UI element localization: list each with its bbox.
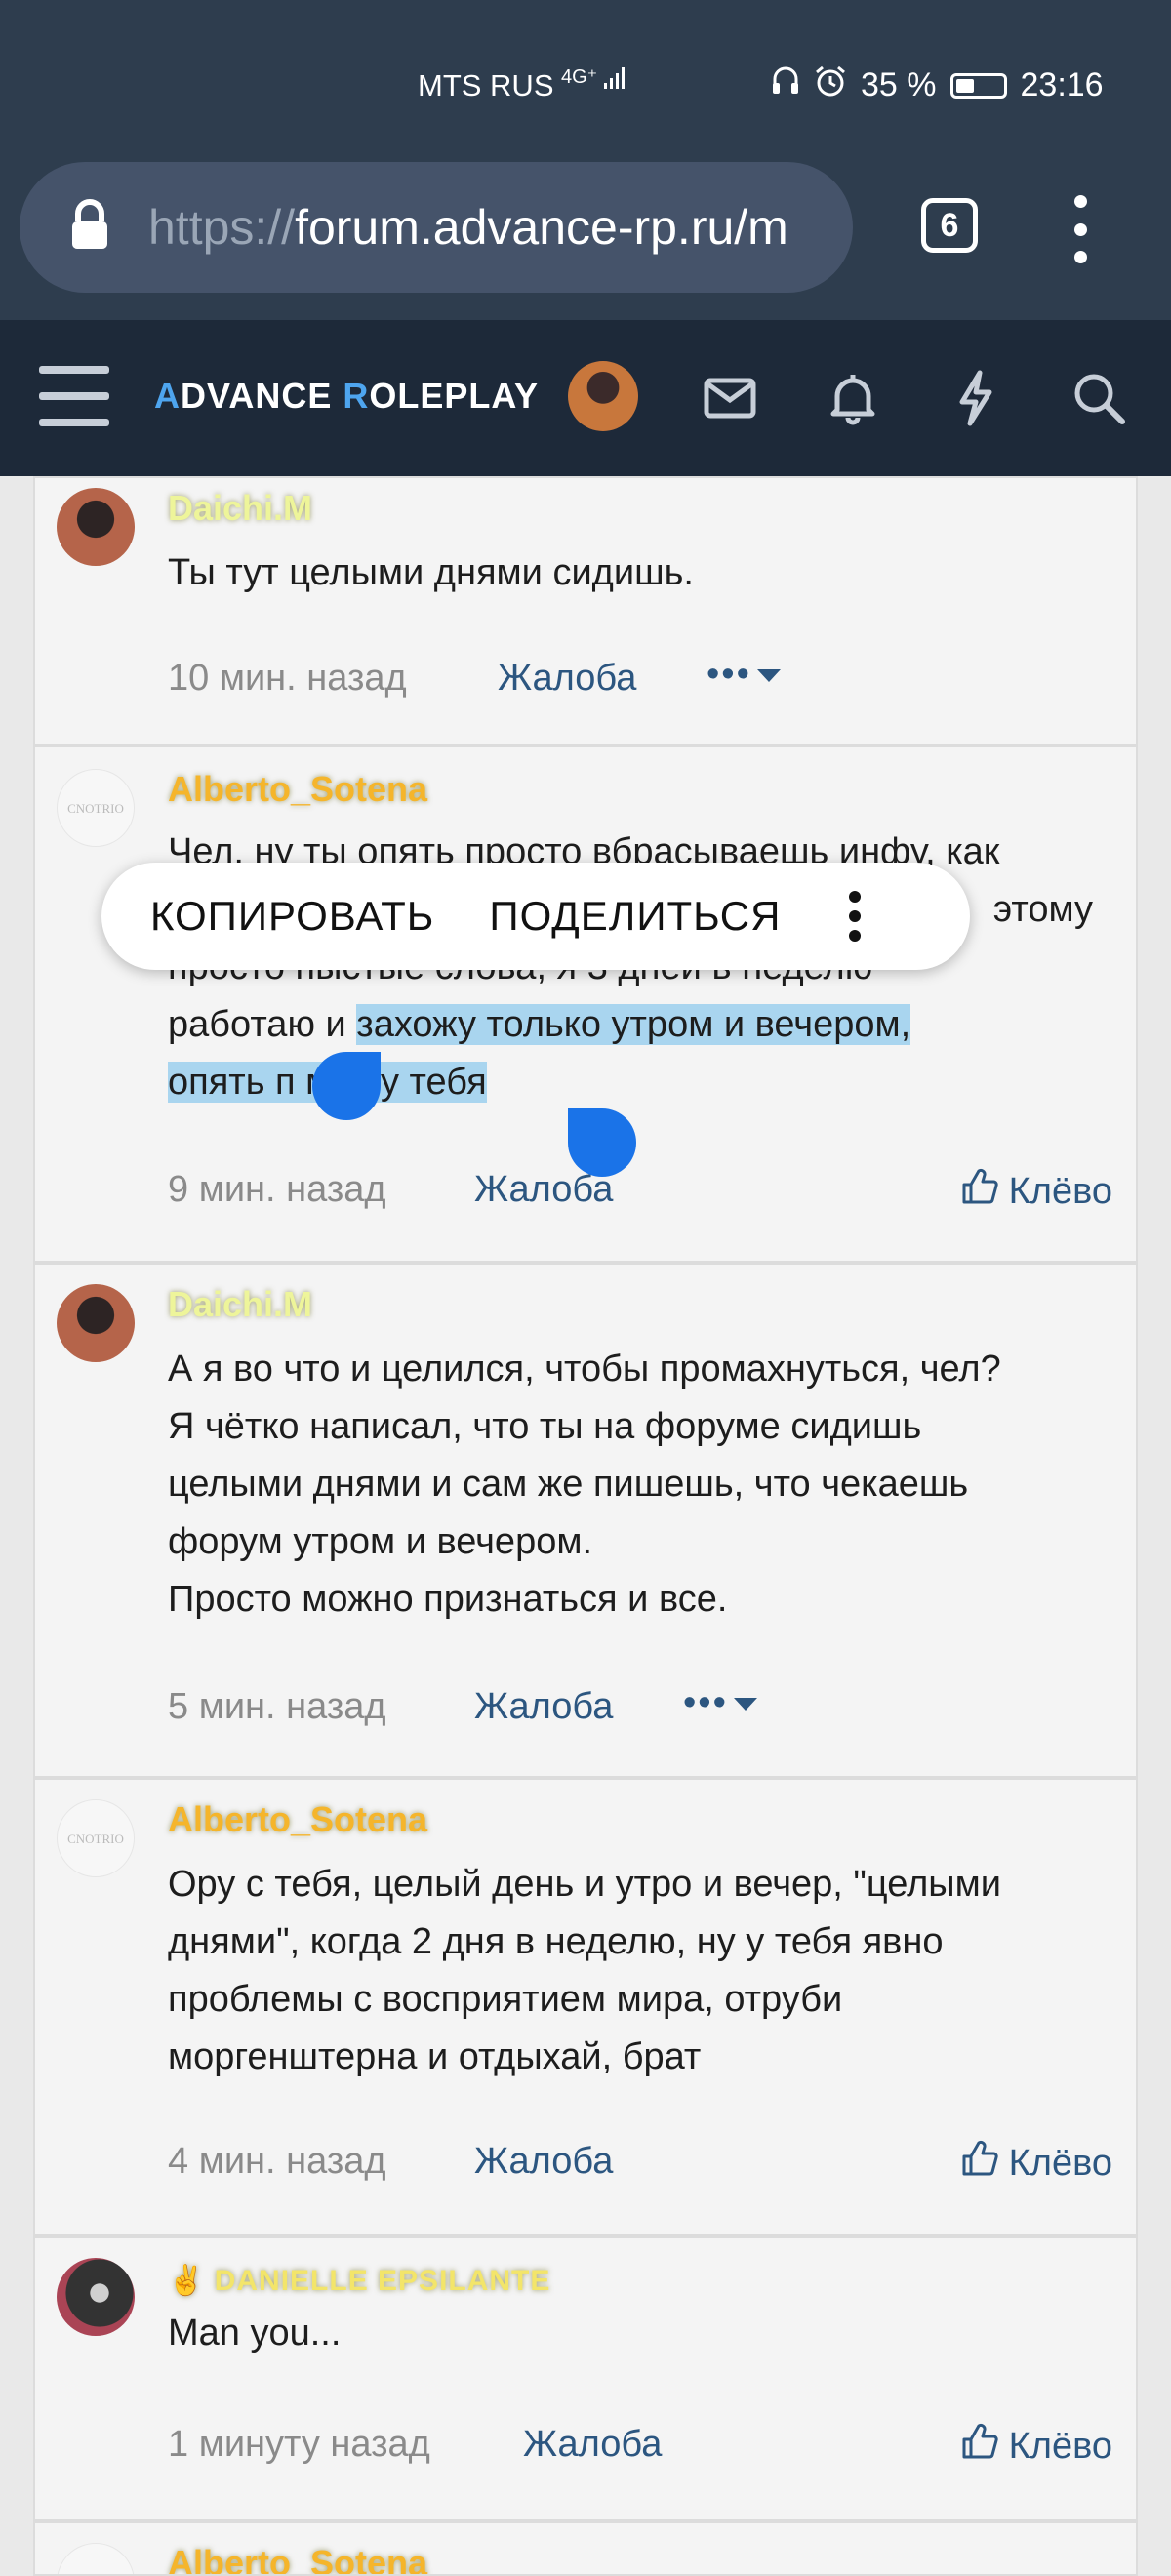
avatar[interactable]: CNOTRIO [57, 769, 135, 847]
like-label: Клёво [1008, 2142, 1112, 2184]
tab-switcher-button[interactable]: 6 [921, 198, 978, 253]
post-text: Ору с тебя, целый день и утро и вечер, "… [168, 1864, 1001, 2077]
status-bar: MTS RUS 4G⁺ 35 % 23:16 [0, 0, 1171, 156]
carrier-label: MTS RUS [418, 68, 554, 102]
like-button[interactable]: Клёво [960, 2139, 1112, 2188]
post-author[interactable]: Alberto_Sotena [168, 769, 427, 810]
user-avatar[interactable] [568, 361, 638, 431]
clock: 23:16 [1020, 66, 1104, 103]
post-time[interactable]: 5 мин. назад [168, 1686, 386, 1728]
more-options-icon[interactable] [849, 891, 862, 942]
post-time[interactable]: 4 мин. назад [168, 2141, 386, 2183]
status-right: 35 % 23:16 [771, 64, 1104, 106]
battery-percent: 35 % [861, 66, 937, 103]
avatar[interactable]: CNOTRIO [57, 2543, 135, 2574]
report-button[interactable]: Жалоба [474, 1686, 613, 1728]
lock-icon [68, 198, 127, 257]
more-menu-button[interactable]: ••• [707, 654, 781, 696]
like-label: Клёво [1008, 2425, 1112, 2467]
avatar[interactable]: CNOTRIO [57, 1799, 135, 1877]
selection-end-handle[interactable] [568, 1108, 636, 1177]
post-text: Ты тут целыми днями сидишь. [168, 552, 694, 593]
network-label: 4G⁺ [561, 66, 598, 88]
post: CNOTRIO Alberto_Sotena Чел, ну ты опять … [33, 745, 1138, 1263]
post: Daichi.M Ты тут целыми днями сидишь. 10 … [33, 476, 1138, 745]
post-time[interactable]: 9 мин. назад [168, 1169, 386, 1211]
address-bar[interactable]: https://forum.advance-rp.ru/m [20, 162, 853, 293]
report-button[interactable]: Жалоба [474, 2141, 613, 2183]
signal-icon: 4G⁺ [561, 64, 628, 91]
like-button[interactable]: Клёво [960, 2422, 1112, 2471]
avatar[interactable] [57, 1284, 135, 1362]
post-author[interactable]: Daichi.M [168, 488, 312, 529]
site-header: ADVANCE ROLEPLAY [0, 320, 1171, 476]
avatar[interactable] [57, 2258, 135, 2336]
selection-start-handle[interactable] [312, 1052, 381, 1120]
badge-icon: ✌ [168, 2265, 215, 2297]
post-author[interactable]: Alberto_Sotena [168, 2543, 427, 2574]
thumbs-up-icon [960, 2422, 999, 2471]
lightning-icon[interactable] [945, 367, 1007, 429]
post-time[interactable]: 10 мин. назад [168, 658, 407, 700]
url-scheme: https:// [148, 200, 296, 255]
browser-menu-icon[interactable] [1066, 195, 1095, 263]
post-author[interactable]: Daichi.M [168, 1284, 312, 1325]
post: CNOTRIO Alberto_Sotena Ору с тебя, целый… [33, 1778, 1138, 2236]
battery-icon [949, 72, 1007, 99]
browser-toolbar: https://forum.advance-rp.ru/m 6 [0, 156, 1171, 320]
chevron-down-icon [733, 1698, 757, 1711]
selected-text: захожу только утром и вечером, [356, 1004, 911, 1045]
post-text: Man you... [168, 2313, 342, 2354]
headset-icon [771, 65, 800, 105]
thumbs-up-icon [960, 1167, 999, 1216]
post-time[interactable]: 1 минуту назад [168, 2424, 430, 2466]
avatar[interactable] [57, 488, 135, 566]
chevron-down-icon [756, 669, 781, 683]
url-host: forum.advance-rp.ru/m [295, 200, 788, 255]
alarm-icon [814, 64, 847, 106]
report-button[interactable]: Жалоба [523, 2424, 662, 2466]
mail-icon[interactable] [699, 367, 761, 429]
report-button[interactable]: Жалоба [498, 658, 636, 700]
like-button[interactable]: Клёво [960, 1167, 1112, 1216]
site-logo[interactable]: ADVANCE ROLEPLAY [154, 376, 539, 417]
share-button[interactable]: ПОДЕЛИТЬСЯ [489, 893, 781, 940]
more-menu-button[interactable]: ••• [683, 1682, 757, 1724]
bell-icon[interactable] [822, 367, 884, 429]
post: CNOTRIO Alberto_Sotena [33, 2521, 1138, 2576]
post-author[interactable]: Alberto_Sotena [168, 1799, 427, 1840]
hamburger-menu-icon[interactable] [39, 366, 109, 426]
thumbs-up-icon [960, 2139, 999, 2188]
like-label: Клёво [1008, 1170, 1112, 1212]
search-icon[interactable] [1068, 367, 1130, 429]
copy-button[interactable]: КОПИРОВАТЬ [150, 893, 434, 940]
post-text: А я во что и целился, чтобы промахнуться… [168, 1348, 1001, 1620]
post: ✌ DANIELLE EPSILANTE Man you... 1 минуту… [33, 2236, 1138, 2521]
post: Daichi.M А я во что и целился, чтобы про… [33, 1263, 1138, 1778]
text-selection-toolbar: КОПИРОВАТЬ ПОДЕЛИТЬСЯ [101, 863, 970, 970]
post-author[interactable]: ✌ DANIELLE EPSILANTE [168, 2264, 550, 2298]
url-text[interactable]: https://forum.advance-rp.ru/m [148, 199, 788, 256]
